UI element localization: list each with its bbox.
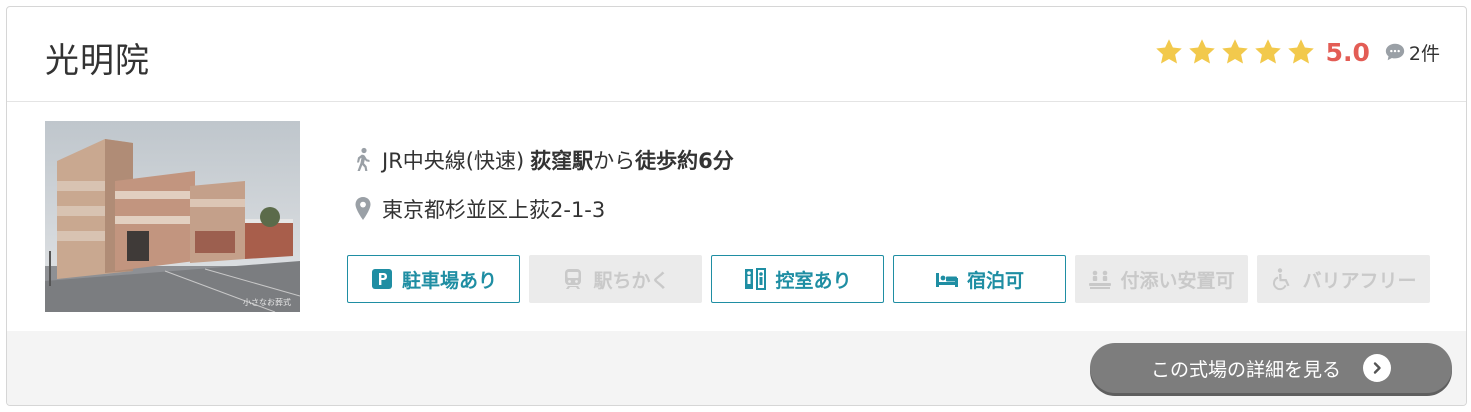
comment-icon (1385, 43, 1405, 61)
star-icon (1188, 39, 1215, 64)
photo-watermark: 小さなお葬式 (243, 297, 291, 307)
rating-score: 5.0 (1325, 37, 1370, 67)
card-footer: この式場の詳細を見る (7, 331, 1466, 405)
rating: 5.0 2件 (1154, 37, 1440, 67)
feature-list: 駐車場あり 駅ちかく 控室あり 宿泊可 付添い安置可 バリアフリー (347, 255, 1430, 303)
walking-time: 徒歩約6分 (635, 149, 734, 173)
feature-attendance: 付添い安置可 (1075, 255, 1248, 303)
review-count[interactable]: 2件 (1409, 39, 1440, 66)
train-icon (565, 269, 582, 289)
bed-icon (935, 273, 958, 287)
venue-card: 光明院 5.0 2件 小さなお葬式 JR中央線(快速) 荻窪駅 から 徒歩約6分… (6, 6, 1467, 406)
feature-label: 駐車場あり (401, 269, 497, 292)
train-line: JR中央線(快速) (382, 149, 525, 173)
star-icon (1287, 39, 1314, 64)
feature-overnight: 宿泊可 (893, 255, 1066, 303)
star-icon (1254, 39, 1281, 64)
star-rating (1154, 37, 1316, 67)
waiting-room-icon (745, 268, 767, 290)
card-header: 光明院 5.0 2件 (7, 7, 1466, 102)
building-image: 小さなお葬式 (45, 121, 300, 312)
address-text: 東京都杉並区上荻2-1-3 (382, 198, 606, 222)
star-icon (1155, 39, 1182, 64)
feature-waiting-room: 控室あり (711, 255, 884, 303)
station-name: 荻窪駅 (530, 149, 594, 173)
access-info: JR中央線(快速) 荻窪駅 から 徒歩約6分 (352, 145, 734, 175)
address-info: 東京都杉並区上荻2-1-3 (352, 194, 605, 224)
wheelchair-icon (1273, 268, 1290, 291)
feature-label: 宿泊可 (966, 269, 1024, 292)
walking-icon (357, 147, 370, 171)
venue-name[interactable]: 光明院 (45, 33, 150, 82)
star-icon (1221, 39, 1248, 64)
feature-label: バリアフリー (1302, 269, 1417, 292)
feature-near-station: 駅ちかく (529, 255, 702, 303)
feature-label: 付添い安置可 (1120, 269, 1235, 292)
parking-icon (371, 269, 392, 289)
map-pin-icon (355, 197, 371, 220)
access-connector: から (593, 149, 636, 173)
attendance-icon (1089, 270, 1112, 289)
feature-parking: 駐車場あり (347, 255, 520, 303)
feature-label: 駅ちかく (593, 269, 670, 292)
feature-barrier-free: バリアフリー (1257, 255, 1430, 303)
feature-label: 控室あり (775, 269, 852, 292)
view-details-label: この式場の詳細を見る (1150, 358, 1341, 381)
chevron-right-icon (1363, 354, 1391, 382)
venue-photo[interactable]: 小さなお葬式 (45, 121, 300, 312)
view-details-button[interactable]: この式場の詳細を見る (1090, 343, 1452, 393)
